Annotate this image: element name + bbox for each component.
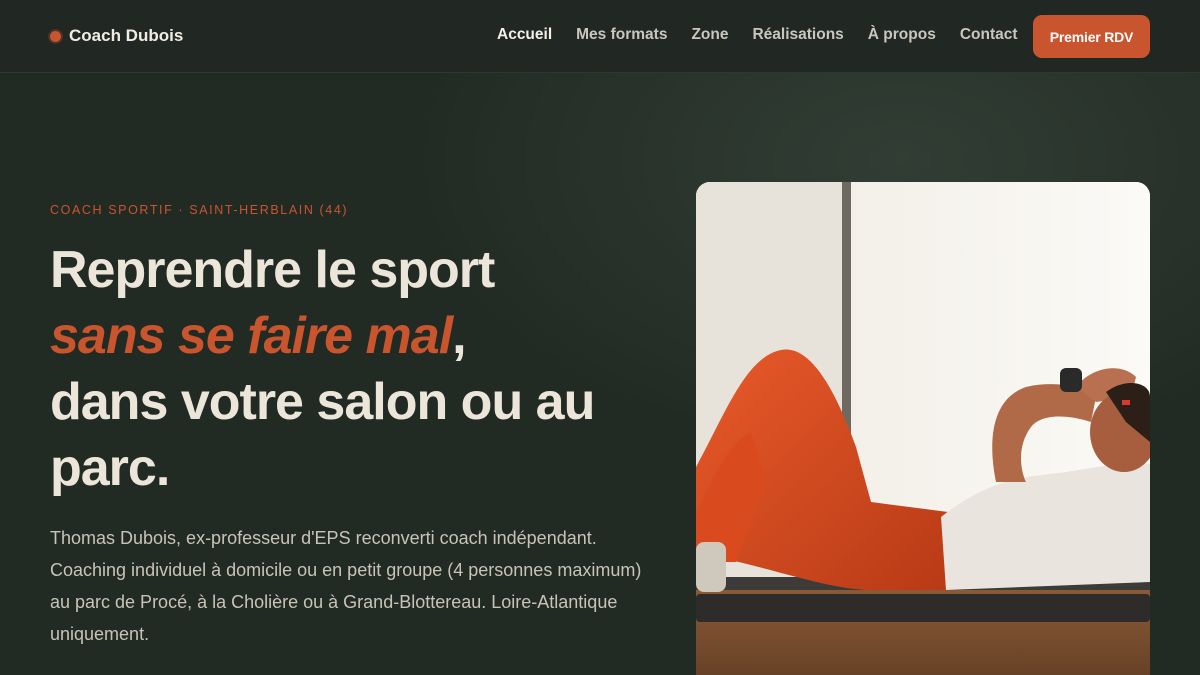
premier-rdv-button[interactable]: Premier RDV bbox=[1033, 15, 1150, 58]
nav-link-realisations[interactable]: Réalisations bbox=[752, 26, 843, 44]
brand-dot-icon bbox=[50, 30, 61, 42]
site-header: Coach Dubois Accueil Mes formats Zone Ré… bbox=[0, 0, 1200, 73]
brand-name: Coach Dubois bbox=[69, 26, 184, 45]
hero-title-part2: dans votre salon ou au parc. bbox=[50, 373, 595, 497]
hero-eyebrow: COACH SPORTIF · SAINT-HERBLAIN (44) bbox=[50, 203, 349, 217]
nav-link-zone[interactable]: Zone bbox=[691, 26, 728, 44]
hero-intro: Thomas Dubois, ex-professeur d'EPS recon… bbox=[50, 528, 642, 644]
woman-doing-crunches-illustration bbox=[696, 182, 1150, 675]
nav-link-contact[interactable]: Contact bbox=[960, 26, 1018, 44]
hero-title-part1: Reprendre le sport bbox=[50, 241, 495, 299]
hero-title-highlight: sans se faire mal bbox=[50, 307, 453, 365]
nav-link-a-propos[interactable]: À propos bbox=[868, 26, 936, 44]
hero-title-comma: , bbox=[452, 307, 466, 365]
nav-link-mes-formats[interactable]: Mes formats bbox=[576, 26, 667, 44]
main-nav: Accueil Mes formats Zone Réalisations À … bbox=[497, 26, 1042, 44]
hero-photo bbox=[696, 182, 1150, 675]
nav-link-accueil[interactable]: Accueil bbox=[497, 26, 552, 44]
brand-logo[interactable]: Coach Dubois bbox=[50, 26, 183, 46]
hero-title: Reprendre le sport sans se faire mal, da… bbox=[50, 237, 650, 501]
